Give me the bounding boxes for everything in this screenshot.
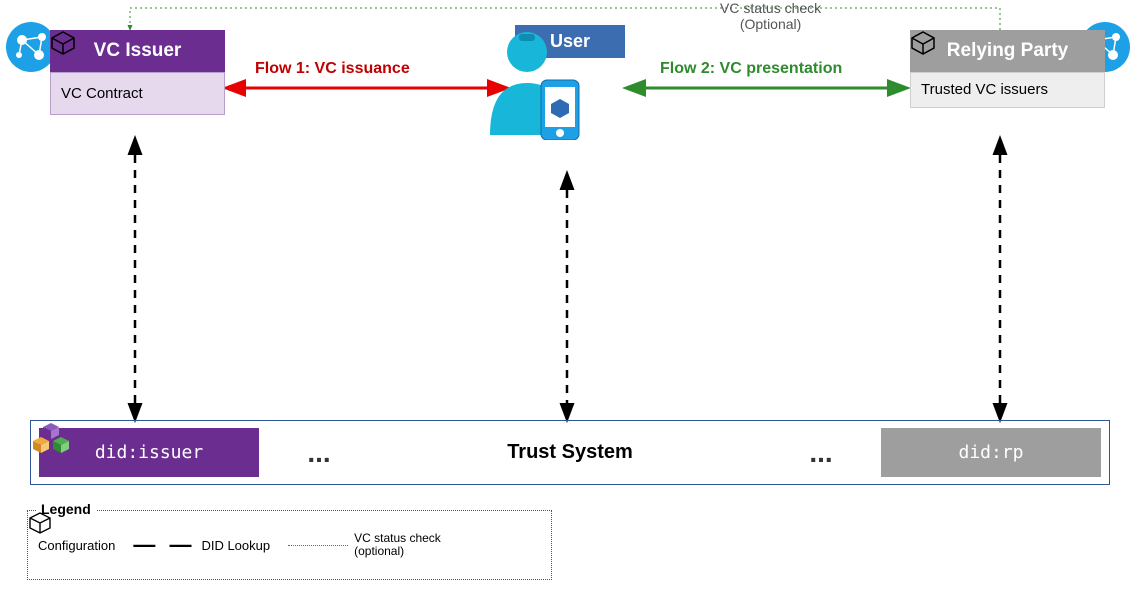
dots: ... xyxy=(259,437,379,469)
status-check-label: VC status check (Optional) xyxy=(720,0,821,32)
legend-did-lookup: — — DID Lookup xyxy=(133,532,270,558)
dots: ... xyxy=(761,437,881,469)
did-issuer: did:issuer xyxy=(39,428,259,477)
vc-issuer-box: VC Issuer VC Contract xyxy=(50,30,225,115)
flow-2-label: Flow 2: VC presentation xyxy=(660,60,842,78)
trust-title-text: Trust System xyxy=(507,441,633,464)
did-rp: did:rp xyxy=(881,428,1101,477)
cube-icon xyxy=(50,30,76,56)
cube-icon xyxy=(28,511,52,535)
legend-box: Legend Configuration — — DID Lookup VC s… xyxy=(27,510,552,580)
cubes-icon xyxy=(31,421,71,461)
relying-party-title: Relying Party xyxy=(910,30,1105,72)
legend-did-label: DID Lookup xyxy=(201,538,270,553)
user-box: User xyxy=(475,25,665,58)
flow-1-label: Flow 1: VC issuance xyxy=(255,60,410,78)
legend-config-label: Configuration xyxy=(38,538,115,553)
relying-party-config: Trusted VC issuers xyxy=(921,81,1048,99)
dotted-line-icon xyxy=(288,545,348,546)
cube-icon xyxy=(910,30,936,56)
legend-status-label: VC status check (optional) xyxy=(354,532,441,558)
trust-system-box: did:issuer ... Trust System ... did:rp xyxy=(30,420,1110,485)
vc-issuer-config: VC Contract xyxy=(61,85,143,102)
trust-system-title: Trust System xyxy=(379,441,761,464)
legend-config: Configuration xyxy=(38,538,115,553)
user-icon xyxy=(475,25,595,140)
status-check-line2: (Optional) xyxy=(720,16,821,32)
vc-issuer-title: VC Issuer xyxy=(50,30,225,72)
legend-status: VC status check (optional) xyxy=(288,532,441,558)
status-check-line1: VC status check xyxy=(720,0,821,16)
relying-party-box: Relying Party Trusted VC issuers xyxy=(910,30,1105,108)
dash-icon: — — xyxy=(133,532,195,558)
